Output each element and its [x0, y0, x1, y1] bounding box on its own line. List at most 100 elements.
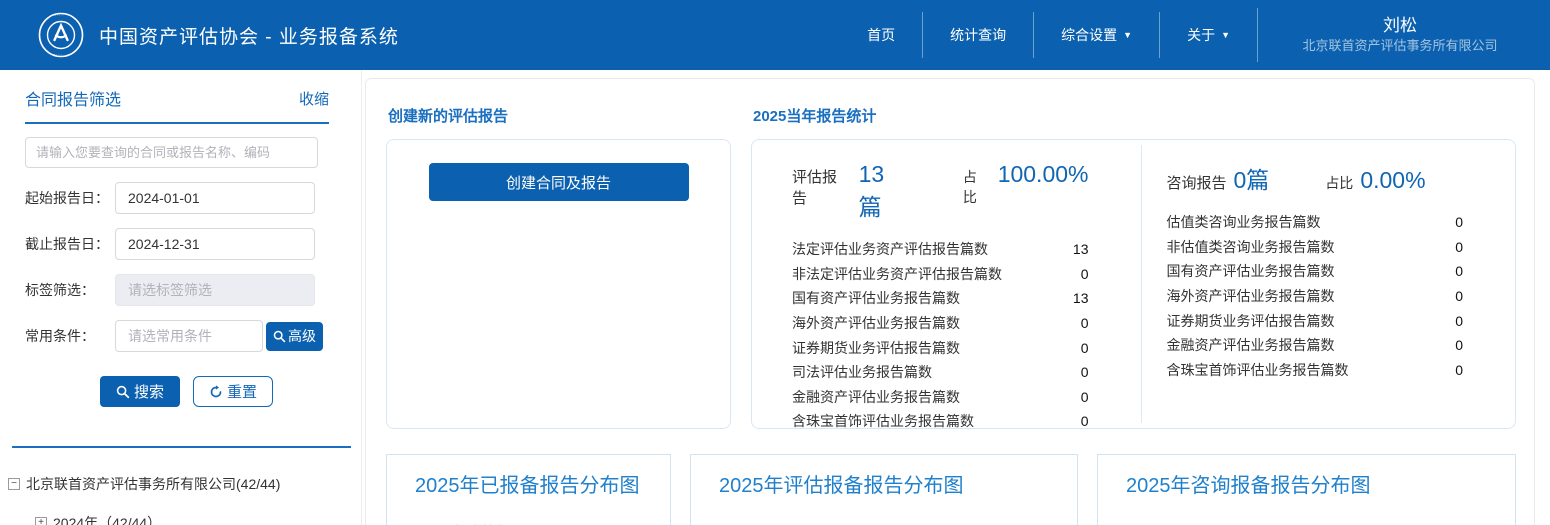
stat-value: 0 [1081, 364, 1089, 380]
stat-value: 0 [1455, 313, 1463, 329]
tree-node-year-label: 2024年（42/44） [53, 513, 161, 525]
app-title: 中国资产评估协会 - 业务报备系统 [99, 22, 399, 49]
app-header: · · · · · · · · · · 中国资产评估协会 - 业务报备系统 首页… [0, 0, 1550, 70]
stat-value: 0 [1081, 315, 1089, 331]
stat-label: 非法定评估业务资产评估报告篇数 [792, 264, 1002, 284]
end-date-input[interactable] [115, 228, 315, 260]
create-section-title: 创建新的评估报告 [388, 105, 731, 126]
panel-title-underline [25, 122, 329, 124]
filter-sidebar: 合同报告筛选 收缩 起始报告日： 截止报告日： 标签筛选： 常用条件： [0, 70, 362, 525]
stat-label: 海外资产评估业务报告篇数 [792, 313, 960, 333]
reset-button[interactable]: 重置 [193, 376, 273, 407]
stat-label: 证券期货业务评估报告篇数 [792, 338, 960, 358]
start-date-label: 起始报告日： [25, 188, 115, 208]
common-condition-label: 常用条件： [25, 326, 115, 346]
stat-value: 0 [1455, 239, 1463, 255]
collapse-panel-link[interactable]: 收缩 [299, 88, 329, 109]
search-button-label: 搜索 [134, 381, 164, 402]
expand-node-icon[interactable]: + [35, 517, 47, 525]
create-report-section: 创建新的评估报告 创建合同及报告 [386, 93, 731, 429]
nav-item-settings-dropdown[interactable]: 综合设置 ▼ [1034, 0, 1159, 70]
stat-row: 非估值类咨询业务报告篇数 0 [1167, 235, 1464, 260]
stat-label: 证券期货业务评估报告篇数 [1167, 311, 1335, 331]
nav-item-settings-label: 综合设置 [1061, 25, 1117, 45]
sidebar-divider [12, 446, 351, 448]
evaluation-reports-chart-title: 2025年评估报备报告分布图 [719, 469, 1077, 498]
stat-value: 0 [1455, 288, 1463, 304]
stat-label: 含珠宝首饰评估业务报告篇数 [792, 411, 974, 431]
tag-filter-label: 标签筛选： [25, 280, 115, 300]
stat-label: 司法评估业务报告篇数 [792, 362, 932, 382]
tag-filter-input[interactable] [115, 274, 315, 306]
stat-value: 0 [1455, 337, 1463, 353]
refresh-icon [209, 385, 223, 399]
stat-row: 金融资产评估业务报告篇数 0 [792, 385, 1089, 410]
annual-stats-section: 2025当年报告统计 评估报告 13篇 占比 100.00% [751, 93, 1516, 429]
stat-value: 0 [1455, 263, 1463, 279]
create-report-card: 创建合同及报告 [386, 139, 731, 429]
stats-section-title: 2025当年报告统计 [753, 105, 1516, 126]
stat-row: 海外资产评估业务报告篇数 0 [1167, 284, 1464, 309]
nav-item-statistics-query[interactable]: 统计查询 [923, 0, 1033, 70]
stat-label: 金融资产评估业务报告篇数 [792, 387, 960, 407]
stat-label: 估值类咨询业务报告篇数 [1167, 212, 1321, 232]
stat-row: 非法定评估业务资产评估报告篇数 0 [792, 262, 1089, 287]
user-account-menu[interactable]: 刘松 北京联首资产评估事务所有限公司 [1258, 15, 1528, 55]
advanced-search-button[interactable]: 高级 [266, 322, 323, 351]
evaluation-report-label: 评估报告 [792, 166, 852, 208]
keyword-search-input[interactable] [25, 137, 318, 168]
filter-panel-title: 合同报告筛选 [25, 86, 121, 110]
consulting-ratio-value: 0.00% [1360, 167, 1425, 194]
stat-label: 法定评估业务资产评估报告篇数 [792, 239, 988, 259]
stat-row: 国有资产评估业务报告篇数 13 [792, 286, 1089, 311]
consulting-reports-chart-card: 2025年咨询报备报告分布图 [1097, 454, 1516, 525]
stat-value: 13 [1073, 241, 1089, 257]
main-content: 创建新的评估报告 创建合同及报告 2025当年报告统计 评估报告 13篇 占比 [362, 70, 1550, 525]
advanced-search-label: 高级 [288, 326, 316, 346]
tree-node-organization[interactable]: − 北京联首资产评估事务所有限公司(42/44) [8, 474, 361, 494]
stat-label: 非估值类咨询业务报告篇数 [1167, 237, 1335, 257]
consulting-report-count: 0篇 [1234, 161, 1270, 195]
nav-item-statistics-label: 统计查询 [950, 25, 1006, 45]
nav-item-about-label: 关于 [1187, 25, 1215, 45]
stat-value: 0 [1081, 340, 1089, 356]
search-icon [273, 330, 286, 343]
nav-item-home[interactable]: 首页 [840, 0, 922, 70]
collapse-node-icon[interactable]: − [8, 478, 20, 490]
annual-stats-card: 评估报告 13篇 占比 100.00% 法定评估业务资产评估报告篇数 13 [751, 139, 1516, 429]
chevron-down-icon: ▼ [1221, 30, 1230, 40]
evaluation-report-count: 13篇 [859, 161, 907, 222]
stat-label: 金融资产评估业务报告篇数 [1167, 335, 1335, 355]
end-date-label: 截止报告日： [25, 234, 115, 254]
evaluation-reports-chart-card: 2025年评估报备报告分布图 [690, 454, 1078, 525]
org-report-tree: − 北京联首资产评估事务所有限公司(42/44) + 2024年（42/44） [0, 474, 361, 525]
filed-reports-chart-card: 2025年已报备报告分布图 报告篇数 [386, 454, 671, 525]
stat-row: 证券期货业务评估报告篇数 0 [792, 335, 1089, 360]
stat-row: 含珠宝首饰评估业务报告篇数 0 [1167, 358, 1464, 383]
filed-reports-chart-title: 2025年已报备报告分布图 [415, 469, 670, 498]
start-date-input[interactable] [115, 182, 315, 214]
create-contract-report-button[interactable]: 创建合同及报告 [429, 163, 689, 201]
stat-value: 13 [1073, 290, 1089, 306]
consulting-report-label: 咨询报告 [1167, 172, 1227, 193]
stat-row: 含珠宝首饰评估业务报告篇数 0 [792, 409, 1089, 434]
svg-text:· · · · ·: · · · · · [52, 53, 62, 57]
stat-row: 国有资产评估业务报告篇数 0 [1167, 259, 1464, 284]
search-icon [116, 385, 130, 399]
tree-node-year-2024[interactable]: + 2024年（42/44） [8, 513, 361, 525]
stat-value: 0 [1081, 266, 1089, 282]
page-body: 合同报告筛选 收缩 起始报告日： 截止报告日： 标签筛选： 常用条件： [0, 70, 1550, 525]
user-organization: 北京联首资产评估事务所有限公司 [1282, 37, 1518, 55]
evaluation-ratio-label: 占比 [963, 167, 991, 207]
stat-label: 国有资产评估业务报告篇数 [792, 288, 960, 308]
stat-row: 估值类咨询业务报告篇数 0 [1167, 210, 1464, 235]
search-button[interactable]: 搜索 [100, 376, 180, 407]
common-condition-input[interactable] [115, 320, 263, 352]
svg-text:· · · ·: · · · · [55, 14, 63, 18]
stat-label: 含珠宝首饰评估业务报告篇数 [1167, 360, 1349, 380]
chevron-down-icon: ▼ [1123, 30, 1132, 40]
nav-item-about-dropdown[interactable]: 关于 ▼ [1160, 0, 1257, 70]
stat-value: 0 [1455, 214, 1463, 230]
tree-node-organization-label: 北京联首资产评估事务所有限公司(42/44) [26, 474, 280, 494]
stat-row: 法定评估业务资产评估报告篇数 13 [792, 237, 1089, 262]
